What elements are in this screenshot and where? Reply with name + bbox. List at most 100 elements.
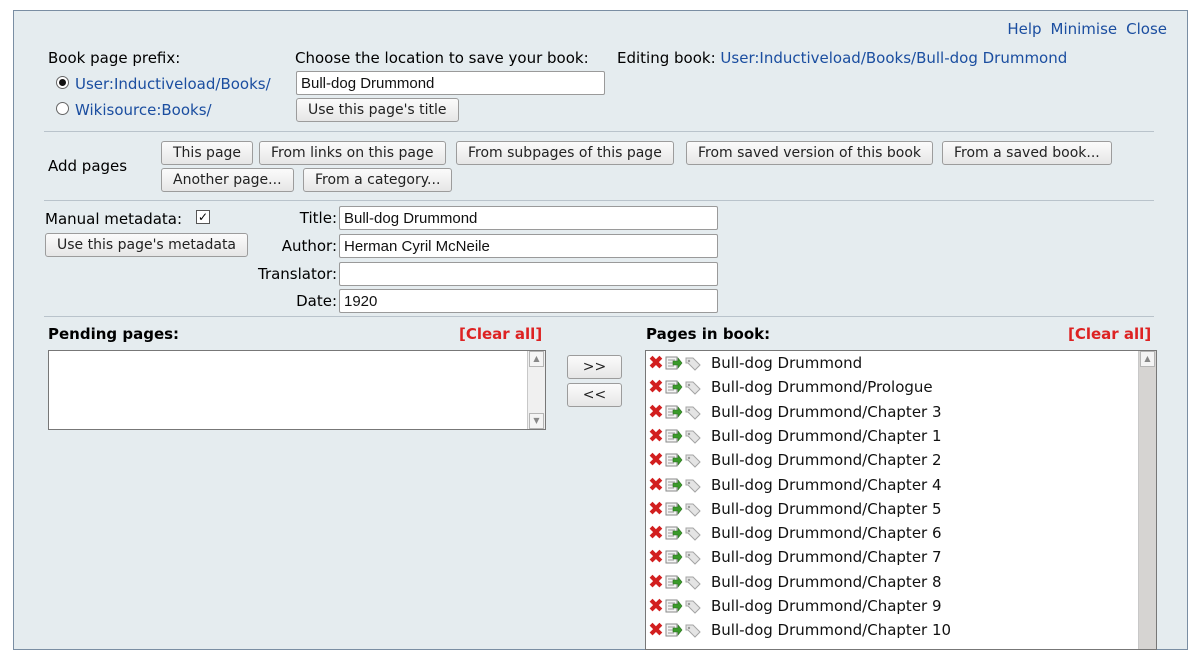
- scroll-down-icon[interactable]: ▼: [529, 413, 544, 429]
- tag-icon[interactable]: [684, 549, 702, 566]
- translator-label: Translator:: [257, 265, 337, 283]
- from-saved-version-button[interactable]: From saved version of this book: [686, 141, 934, 165]
- remove-icon[interactable]: ✖: [648, 354, 664, 373]
- book-page-row[interactable]: ✖ Bull-dog Drummond/Chapter 9: [648, 594, 1128, 618]
- prefix-radio-wikisource[interactable]: [56, 102, 69, 115]
- remove-icon[interactable]: ✖: [648, 426, 664, 445]
- from-saved-book-button[interactable]: From a saved book...: [942, 141, 1112, 165]
- tag-icon[interactable]: [684, 501, 702, 517]
- book-page-title: Bull-dog Drummond/Chapter 3: [711, 402, 942, 421]
- book-page-row[interactable]: ✖ Bull-dog Drummond/Chapter 6: [648, 521, 1128, 545]
- book-page-row[interactable]: ✖ Bull-dog Drummond/Chapter 1: [648, 424, 1128, 448]
- another-page-button[interactable]: Another page...: [161, 168, 294, 192]
- divider: [44, 131, 1154, 132]
- use-title-button[interactable]: Use this page's title: [296, 98, 459, 122]
- book-page-title: Bull-dog Drummond/Chapter 4: [711, 475, 942, 494]
- title-label: Title:: [299, 209, 337, 227]
- from-subpages-button[interactable]: From subpages of this page: [456, 141, 674, 165]
- editing-book: Editing book: User:Inductiveload/Books/B…: [617, 49, 1067, 67]
- book-page-row[interactable]: ✖ Bull-dog Drummond/Prologue: [648, 375, 1128, 399]
- use-metadata-button[interactable]: Use this page's metadata: [45, 233, 249, 257]
- book-page-row[interactable]: ✖ Bull-dog Drummond: [648, 351, 1128, 375]
- book-page-title: Bull-dog Drummond: [711, 354, 863, 372]
- book-scrollbar[interactable]: ▲: [1138, 351, 1156, 649]
- remove-icon[interactable]: ✖: [648, 548, 664, 567]
- remove-icon[interactable]: ✖: [648, 402, 664, 421]
- from-category-button[interactable]: From a category...: [303, 168, 453, 192]
- book-page-row[interactable]: ✖ Bull-dog Drummond/Chapter 8: [648, 570, 1128, 594]
- author-label: Author:: [281, 237, 337, 255]
- tag-icon[interactable]: [684, 355, 702, 371]
- editing-book-link[interactable]: User:Inductiveload/Books/Bull-dog Drummo…: [720, 49, 1067, 67]
- move-icon[interactable]: [665, 355, 683, 371]
- book-page-title: Bull-dog Drummond/Chapter 10: [711, 621, 952, 640]
- translator-input[interactable]: [339, 262, 718, 286]
- book-page-row[interactable]: ✖ Bull-dog Drummond/Chapter 7: [648, 545, 1128, 569]
- tag-icon[interactable]: [684, 622, 702, 639]
- close-link[interactable]: Close: [1126, 20, 1167, 38]
- scroll-up-icon[interactable]: ▲: [529, 351, 544, 367]
- move-icon[interactable]: [665, 477, 683, 493]
- book-page-title: Bull-dog Drummond/Prologue: [711, 378, 933, 397]
- prefix-radio-user[interactable]: [56, 76, 69, 89]
- prefix-option-wikisource[interactable]: Wikisource:Books/: [75, 101, 212, 119]
- book-clear-all[interactable]: [Clear all]: [1068, 325, 1151, 343]
- remove-icon[interactable]: ✖: [648, 524, 664, 543]
- move-icon[interactable]: [665, 501, 683, 517]
- prefix-option-user[interactable]: User:Inductiveload/Books/: [75, 75, 271, 93]
- minimise-link[interactable]: Minimise: [1051, 20, 1118, 38]
- manual-metadata-checkbox[interactable]: ✓: [196, 210, 210, 224]
- pending-scrollbar[interactable]: ▲ ▼: [527, 351, 545, 429]
- divider: [44, 316, 1154, 317]
- manual-metadata-label: Manual metadata:: [45, 210, 183, 228]
- tag-icon[interactable]: [684, 477, 702, 493]
- book-page-row[interactable]: ✖ Bull-dog Drummond/Chapter 2: [648, 448, 1128, 472]
- pending-pages-list[interactable]: ▲ ▼: [48, 350, 546, 430]
- remove-icon[interactable]: ✖: [648, 597, 664, 616]
- move-icon[interactable]: [665, 574, 683, 590]
- remove-icon[interactable]: ✖: [648, 572, 664, 591]
- tag-icon[interactable]: [684, 452, 702, 468]
- move-icon[interactable]: [665, 452, 683, 468]
- remove-icon[interactable]: ✖: [648, 475, 664, 494]
- add-to-book-button[interactable]: >>: [567, 355, 622, 379]
- book-page-title: Bull-dog Drummond/Chapter 2: [711, 451, 942, 470]
- tag-icon[interactable]: [684, 379, 702, 396]
- help-link[interactable]: Help: [1007, 20, 1041, 38]
- tag-icon[interactable]: [684, 525, 702, 541]
- book-page-title: Bull-dog Drummond/Chapter 6: [711, 524, 942, 543]
- book-page-title: Bull-dog Drummond/Chapter 5: [711, 499, 942, 518]
- book-pages-label: Pages in book:: [646, 325, 771, 343]
- book-page-row[interactable]: ✖ Bull-dog Drummond/Chapter 4: [648, 473, 1128, 497]
- add-pages-label: Add pages: [48, 157, 128, 175]
- book-page-title: Bull-dog Drummond/Chapter 1: [711, 426, 942, 445]
- pending-clear-all[interactable]: [Clear all]: [459, 325, 542, 343]
- tag-icon[interactable]: [684, 598, 702, 614]
- book-pages-list[interactable]: ✖ Bull-dog Drummond ✖ Bull-dog Drummond/…: [645, 350, 1157, 650]
- from-links-button[interactable]: From links on this page: [259, 141, 446, 165]
- book-page-row[interactable]: ✖ Bull-dog Drummond/Chapter 10: [648, 618, 1128, 642]
- tag-icon[interactable]: [684, 404, 702, 420]
- move-icon[interactable]: [665, 379, 683, 395]
- title-input[interactable]: [339, 206, 718, 230]
- book-page-row[interactable]: ✖ Bull-dog Drummond/Chapter 3: [648, 400, 1128, 424]
- remove-icon[interactable]: ✖: [648, 499, 664, 518]
- remove-icon[interactable]: ✖: [648, 621, 664, 640]
- scroll-up-icon[interactable]: ▲: [1140, 351, 1155, 367]
- move-icon[interactable]: [665, 622, 683, 638]
- remove-from-book-button[interactable]: <<: [567, 383, 622, 407]
- remove-icon[interactable]: ✖: [648, 378, 664, 397]
- author-input[interactable]: [339, 234, 718, 258]
- move-icon[interactable]: [665, 549, 683, 565]
- location-input[interactable]: [296, 71, 605, 95]
- this-page-button[interactable]: This page: [161, 141, 254, 165]
- date-input[interactable]: [339, 289, 718, 313]
- remove-icon[interactable]: ✖: [648, 451, 664, 470]
- move-icon[interactable]: [665, 428, 683, 444]
- tag-icon[interactable]: [684, 428, 702, 444]
- move-icon[interactable]: [665, 525, 683, 541]
- move-icon[interactable]: [665, 598, 683, 614]
- move-icon[interactable]: [665, 404, 683, 420]
- book-page-row[interactable]: ✖ Bull-dog Drummond/Chapter 5: [648, 497, 1128, 521]
- tag-icon[interactable]: [684, 574, 702, 590]
